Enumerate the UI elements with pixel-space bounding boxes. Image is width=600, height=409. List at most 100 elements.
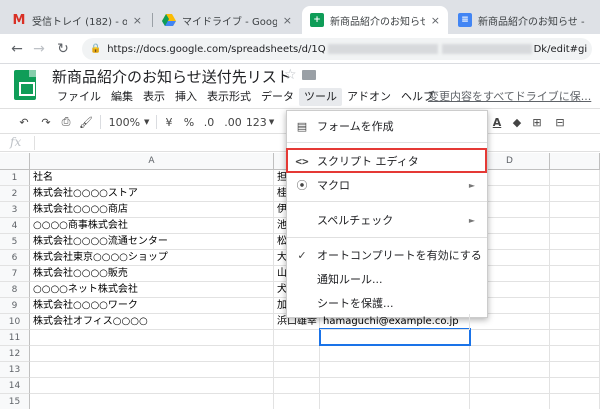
cell-e-6[interactable]	[550, 250, 600, 266]
cell-e-15[interactable]	[550, 394, 600, 409]
cell-d-15[interactable]	[470, 394, 550, 409]
cell-a-5[interactable]: 株式会社○○○○流通センター	[30, 234, 274, 250]
menu-item-notification-rules[interactable]: 通知ルール...	[287, 267, 487, 291]
cell-a-10[interactable]: 株式会社オフィス○○○○	[30, 314, 274, 330]
row-header[interactable]: 3	[0, 202, 30, 218]
cell-e-3[interactable]	[550, 202, 600, 218]
cell-e-8[interactable]	[550, 282, 600, 298]
selected-cell-c11[interactable]	[319, 328, 471, 346]
row-header[interactable]: 11	[0, 330, 30, 346]
sheets-logo-icon[interactable]	[14, 70, 36, 100]
save-status-link[interactable]: 変更内容をすべてドライブに保...	[428, 88, 596, 106]
fill-color-icon[interactable]: ◆	[510, 113, 524, 131]
zoom-select[interactable]: 100% ▼	[106, 113, 152, 131]
percent-button[interactable]: %	[182, 113, 196, 131]
tab-docs[interactable]: ≡ 新商品紹介のお知らせ - Go	[450, 6, 596, 34]
text-color-icon[interactable]: A	[490, 113, 504, 131]
cell-b-14[interactable]	[274, 378, 320, 394]
cell-b-15[interactable]	[274, 394, 320, 409]
menu-format[interactable]: 表示形式	[202, 88, 256, 106]
cell-d-13[interactable]	[470, 362, 550, 378]
cell-a-3[interactable]: 株式会社○○○○商店	[30, 202, 274, 218]
cell-c-13[interactable]	[320, 362, 470, 378]
row-header[interactable]: 12	[0, 346, 30, 362]
cell-d-12[interactable]	[470, 346, 550, 362]
cell-a-2[interactable]: 株式会社○○○○ストア	[30, 186, 274, 202]
merge-cells-icon[interactable]: ⊟	[552, 113, 568, 131]
tab-sheets[interactable]: + 新商品紹介のお知らせ送付 ×	[302, 6, 448, 34]
close-icon[interactable]: ×	[133, 14, 142, 27]
tab-drive[interactable]: マイドライブ - Google ドライ ×	[154, 6, 300, 34]
url-field[interactable]: 🔒 https://docs.google.com/spreadsheets/d…	[82, 38, 592, 60]
column-header-a[interactable]: A	[30, 153, 274, 170]
menu-item-macros[interactable]: ⦿ マクロ ►	[287, 173, 487, 197]
cell-d-14[interactable]	[470, 378, 550, 394]
menu-addons[interactable]: アドオン	[342, 88, 396, 106]
close-icon[interactable]: ×	[283, 14, 292, 27]
row-header[interactable]: 7	[0, 266, 30, 282]
cell-a-9[interactable]: 株式会社○○○○ワーク	[30, 298, 274, 314]
currency-button[interactable]: ¥	[162, 113, 176, 131]
cell-b-11[interactable]	[274, 330, 320, 346]
cell-e-1[interactable]	[550, 170, 600, 186]
star-icon[interactable]: ☆	[284, 67, 297, 83]
cell-a-7[interactable]: 株式会社○○○○販売	[30, 266, 274, 282]
document-title[interactable]: 新商品紹介のお知らせ送付先リスト	[52, 66, 292, 87]
print-icon[interactable]: ⎙	[58, 113, 74, 131]
row-header[interactable]: 9	[0, 298, 30, 314]
cell-d-11[interactable]	[470, 330, 550, 346]
cell-a-13[interactable]	[30, 362, 274, 378]
cell-c-10[interactable]: hamaguchi@example.co.jp	[320, 314, 470, 330]
menu-insert[interactable]: 挿入	[170, 88, 202, 106]
cell-e-4[interactable]	[550, 218, 600, 234]
cell-c-12[interactable]	[320, 346, 470, 362]
menu-data[interactable]: データ	[256, 88, 299, 106]
menu-view[interactable]: 表示	[138, 88, 170, 106]
menu-item-create-form[interactable]: ▤ フォームを作成	[287, 114, 487, 138]
reload-icon[interactable]: ↻	[54, 40, 72, 58]
cell-a-14[interactable]	[30, 378, 274, 394]
back-icon[interactable]: ←	[8, 40, 26, 58]
row-header[interactable]: 10	[0, 314, 30, 330]
menu-edit[interactable]: 編集	[106, 88, 138, 106]
cell-e-7[interactable]	[550, 266, 600, 282]
cell-b-12[interactable]	[274, 346, 320, 362]
cell-a-12[interactable]	[30, 346, 274, 362]
menu-item-protect-sheet[interactable]: シートを保護...	[287, 291, 487, 315]
row-header[interactable]: 13	[0, 362, 30, 378]
row-header[interactable]: 4	[0, 218, 30, 234]
cell-e-13[interactable]	[550, 362, 600, 378]
row-header[interactable]: 14	[0, 378, 30, 394]
cell-e-11[interactable]	[550, 330, 600, 346]
paint-format-icon[interactable]: 🖌	[78, 113, 94, 131]
cell-e-10[interactable]	[550, 314, 600, 330]
row-header[interactable]: 15	[0, 394, 30, 409]
menu-file[interactable]: ファイル	[52, 88, 106, 106]
cell-e-5[interactable]	[550, 234, 600, 250]
increase-decimal-button[interactable]: .00	[222, 113, 244, 131]
cell-a-6[interactable]: 株式会社東京○○○○ショップ	[30, 250, 274, 266]
close-icon[interactable]: ×	[431, 14, 440, 27]
cell-e-9[interactable]	[550, 298, 600, 314]
cell-a-4[interactable]: ○○○○商事株式会社	[30, 218, 274, 234]
row-header[interactable]: 2	[0, 186, 30, 202]
menu-item-spellcheck[interactable]: スペルチェック ►	[287, 208, 487, 232]
cell-a-1[interactable]: 社名	[30, 170, 274, 186]
borders-icon[interactable]: ⊞	[530, 113, 544, 131]
forward-icon[interactable]: →	[30, 40, 48, 58]
column-header-e[interactable]	[550, 153, 600, 170]
undo-icon[interactable]: ↶	[16, 113, 32, 131]
select-all-corner[interactable]	[0, 153, 30, 170]
cell-e-14[interactable]	[550, 378, 600, 394]
redo-icon[interactable]: ↷	[38, 113, 54, 131]
decrease-decimal-button[interactable]: .0	[200, 113, 218, 131]
cell-a-15[interactable]	[30, 394, 274, 409]
cell-b-13[interactable]	[274, 362, 320, 378]
tab-gmail[interactable]: M 受信トレイ (182) - ookouc ×	[4, 6, 150, 34]
cell-c-15[interactable]	[320, 394, 470, 409]
row-header[interactable]: 1	[0, 170, 30, 186]
cell-a-11[interactable]	[30, 330, 274, 346]
row-header[interactable]: 5	[0, 234, 30, 250]
menu-item-autocomplete[interactable]: ✓ オートコンプリートを有効にする	[287, 243, 487, 267]
row-header[interactable]: 6	[0, 250, 30, 266]
